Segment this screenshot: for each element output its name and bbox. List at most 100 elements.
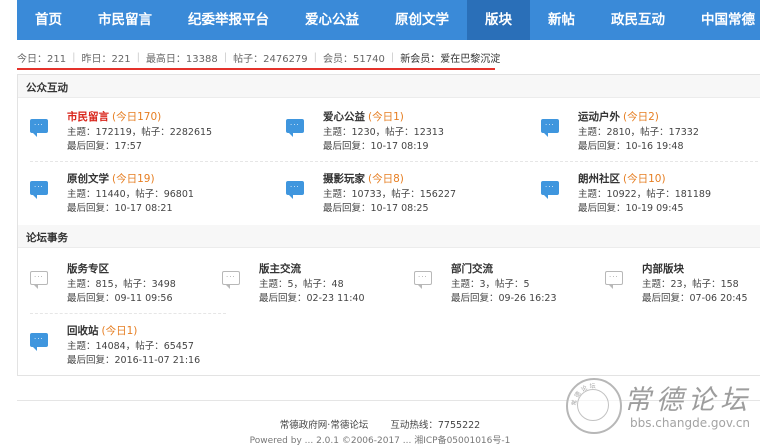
forum-langzhou-community[interactable]: ··· 朗州社区 (今日10) 主题：10922，帖子：181189 最后回复：1… [541, 171, 751, 219]
nav-citizen-message[interactable]: 市民留言 [80, 0, 170, 40]
forum-topics: 主题：815，帖子：3498 [67, 279, 176, 290]
nav-literature[interactable]: 原创文学 [377, 0, 467, 40]
forum-recycle-bin[interactable]: ··· 回收站 (今日1) 主题：14084，帖子：65457 最后回复：2016… [30, 323, 240, 371]
footer-hotline: 互动热线：7755222 [390, 420, 481, 431]
forum-last-reply: 最后回复：07-06 20:45 [642, 293, 748, 304]
seal-text-ring: 常 德 论 坛 [570, 382, 596, 407]
chat-bubble-icon: ··· [30, 181, 48, 199]
forum-admin-area[interactable]: ··· 版务专区 主题：815，帖子：3498 最后回复：09-11 09:56 [30, 261, 240, 309]
forum-internal[interactable]: ··· 内部版块 主题：23，帖子：158 最后回复：07-06 20:45 [605, 261, 755, 309]
nav-china-changde[interactable]: 中国常德 [683, 0, 760, 40]
stats-underline [17, 68, 495, 70]
stat-highest: 最高日：13388 [145, 53, 218, 65]
chat-bubble-icon: ··· [414, 271, 432, 289]
stat-separator: | [72, 51, 76, 63]
forum-name[interactable]: 版主交流 [259, 261, 301, 276]
forum-last-reply: 最后回复：10-19 09:45 [578, 203, 684, 214]
section-title-public: 公众互动 [26, 82, 68, 94]
forum-topics: 主题：23，帖子：158 [642, 279, 739, 290]
section-header-affairs [18, 225, 760, 248]
forum-photography[interactable]: ··· 摄影玩家 (今日8) 主题：10733，帖子：156227 最后回复：10… [286, 171, 496, 219]
stat-separator: | [136, 51, 140, 63]
chat-bubble-icon: ··· [541, 119, 559, 137]
watermark-title: 常德论坛 [624, 385, 752, 416]
chat-bubble-icon: ··· [541, 181, 559, 199]
svg-text:常 德 论 坛: 常 德 论 坛 [570, 382, 596, 407]
forum-name[interactable]: 内部版块 [642, 261, 684, 276]
chat-bubble-icon: ··· [286, 119, 304, 137]
section-title-affairs: 论坛事务 [26, 232, 68, 244]
forum-last-reply: 最后回复：2016-11-07 21:16 [67, 355, 201, 366]
nav-boards[interactable]: 版块 [467, 0, 530, 40]
forum-name[interactable]: 运动户外 (今日2) [578, 109, 659, 124]
forum-topics: 主题：3，帖子：5 [451, 279, 530, 290]
chat-bubble-icon: ··· [30, 271, 48, 289]
forum-topics: 主题：10922，帖子：181189 [578, 189, 711, 200]
today-count: (今日10) [623, 173, 666, 185]
forum-last-reply: 最后回复：09-11 09:56 [67, 293, 173, 304]
forum-last-reply: 最后回复：10-17 08:19 [323, 141, 429, 152]
today-count: (今日170) [112, 111, 162, 123]
forum-last-reply: 最后回复：17:57 [67, 141, 142, 152]
forum-name[interactable]: 市民留言 (今日170) [67, 109, 161, 124]
stat-today: 今日：211 [17, 53, 67, 65]
nav-gov-interaction[interactable]: 政民互动 [593, 0, 683, 40]
forum-last-reply: 最后回复：10-17 08:21 [67, 203, 173, 214]
forum-name[interactable]: 朗州社区 (今日10) [578, 171, 666, 186]
forum-last-reply: 最后回复：10-16 19:48 [578, 141, 684, 152]
stat-separator: | [390, 51, 395, 63]
nav-report-platform[interactable]: 纪委举报平台 [170, 0, 287, 40]
forum-topics: 主题：11440，帖子：96801 [67, 189, 194, 200]
forum-name[interactable]: 爱心公益 (今日1) [323, 109, 404, 124]
seal-text: 常 德 论 坛 [570, 382, 596, 407]
chat-bubble-icon: ··· [605, 271, 623, 289]
forum-topics: 主题：172119，帖子：2282615 [67, 127, 213, 138]
forum-outdoor-sports[interactable]: ··· 运动户外 (今日2) 主题：2810，帖子：17332 最后回复：10-1… [541, 109, 751, 157]
today-count: (今日2) [623, 111, 659, 123]
forum-name[interactable]: 版务专区 [67, 261, 109, 276]
forum-topics: 主题：5，帖子：48 [259, 279, 344, 290]
footer-site-link[interactable]: 常德政府网·常德论坛 [280, 420, 369, 431]
forum-topics: 主题：10733，帖子：156227 [323, 189, 456, 200]
forum-last-reply: 最后回复：09-26 16:23 [451, 293, 557, 304]
board-panel: 公众互动 ··· 市民留言 (今日170) 主题：172119，帖子：228261… [17, 74, 760, 376]
seal-icon: 常 德 论 坛 [566, 378, 622, 434]
chat-bubble-icon: ··· [286, 181, 304, 199]
section-header-public [18, 75, 760, 98]
row-divider [30, 313, 226, 314]
today-count: (今日1) [101, 325, 138, 337]
stat-separator: | [223, 51, 228, 63]
row-divider [30, 161, 758, 162]
chat-bubble-icon: ··· [30, 333, 48, 351]
stat-yesterday: 昨日：221 [81, 53, 131, 65]
stat-separator: | [313, 51, 318, 63]
forum-original-literature[interactable]: ··· 原创文学 (今日19) 主题：11440，帖子：96801 最后回复：10… [30, 171, 240, 219]
today-count: (今日8) [368, 173, 404, 185]
forum-topics: 主题：14084，帖子：65457 [67, 341, 194, 352]
nav-new-posts[interactable]: 新帖 [530, 0, 593, 40]
forum-department-exchange[interactable]: ··· 部门交流 主题：3，帖子：5 最后回复：09-26 16:23 [414, 261, 624, 309]
forum-name[interactable]: 原创文学 (今日19) [67, 171, 155, 186]
forum-last-reply: 最后回复：10-17 08:25 [323, 203, 429, 214]
forum-charity[interactable]: ··· 爱心公益 (今日1) 主题：1230，帖子：12313 最后回复：10-1… [286, 109, 496, 157]
stat-members: 会员：51740 [323, 53, 385, 65]
today-count: (今日1) [368, 111, 404, 123]
forum-topics: 主题：1230，帖子：12313 [323, 127, 444, 138]
forum-name[interactable]: 回收站 (今日1) [67, 323, 137, 338]
stat-newest-member[interactable]: 新会员：爱在巴黎沉淀 [400, 50, 500, 65]
nav-charity[interactable]: 爱心公益 [287, 0, 377, 40]
watermark-url: bbs.changde.gov.cn [630, 416, 751, 430]
forum-stats: 今日：211 | 昨日：221 | 最高日：13388 | 帖子：2476279 | 会… [17, 44, 500, 70]
forum-name[interactable]: 摄影玩家 (今日8) [323, 171, 404, 186]
nav-home[interactable]: 首页 [17, 0, 80, 40]
stat-posts: 帖子：2476279 [233, 53, 308, 65]
top-nav: 首页 市民留言 纪委举报平台 爱心公益 原创文学 版块 新帖 政民互动 中国常德 [17, 0, 760, 40]
chat-bubble-icon: ··· [30, 119, 48, 137]
forum-moderator-exchange[interactable]: ··· 版主交流 主题：5，帖子：48 最后回复：02-23 11:40 [222, 261, 432, 309]
today-count: (今日19) [112, 173, 155, 185]
forum-topics: 主题：2810，帖子：17332 [578, 127, 699, 138]
forum-name[interactable]: 部门交流 [451, 261, 493, 276]
site-watermark: 常 德 论 坛 常德论坛 bbs.changde.gov.cn [566, 378, 758, 436]
chat-bubble-icon: ··· [222, 271, 240, 289]
forum-citizen-message[interactable]: ··· 市民留言 (今日170) 主题：172119，帖子：2282615 最后回… [30, 109, 240, 157]
